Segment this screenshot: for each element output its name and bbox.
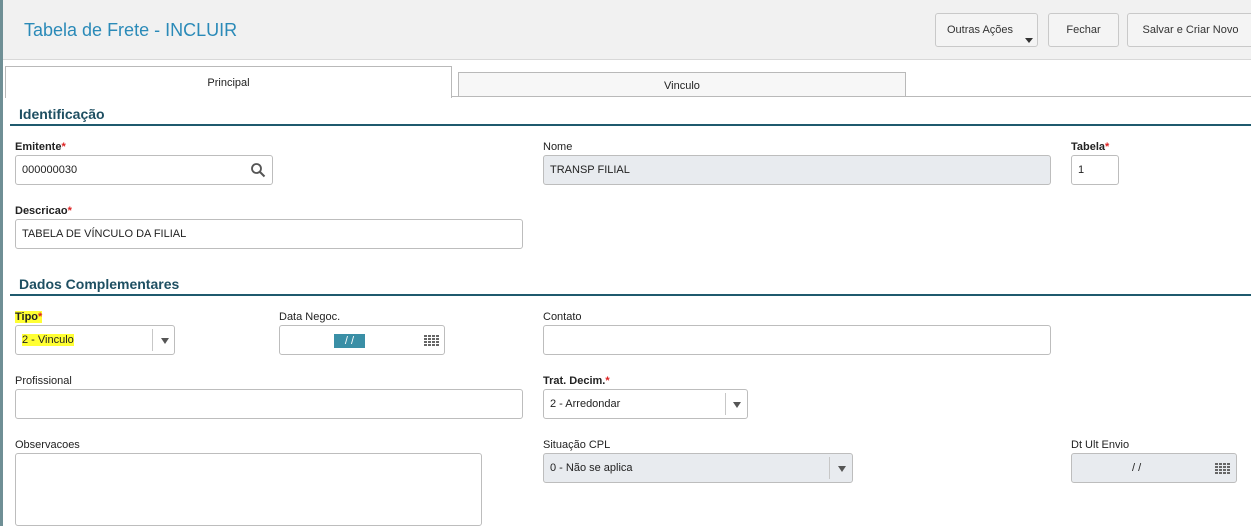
trat-decim-label: Trat. Decim.* bbox=[543, 375, 610, 387]
data-negoc-label: Data Negoc. bbox=[279, 311, 341, 323]
salvar-criar-novo-button[interactable]: Salvar e Criar Novo bbox=[1127, 13, 1251, 47]
header-bar: Tabela de Frete - INCLUIR Outras Ações F… bbox=[3, 0, 1251, 60]
nome-field: TRANSP FILIAL bbox=[543, 155, 1051, 185]
tab-divider bbox=[452, 96, 1251, 97]
outras-acoes-button[interactable]: Outras Ações bbox=[935, 13, 1038, 47]
date-value: / / bbox=[334, 334, 365, 348]
dropdown-separator bbox=[725, 393, 726, 415]
tipo-select[interactable]: 2 - Vinculo bbox=[15, 325, 175, 355]
section-complementares-title: Dados Complementares bbox=[19, 276, 180, 292]
emitente-label: Emitente* bbox=[15, 141, 66, 153]
tabela-field[interactable]: 1 bbox=[1071, 155, 1119, 185]
situacao-cpl-value: 0 - Não se aplica bbox=[550, 462, 633, 474]
trat-decim-value: 2 - Arredondar bbox=[550, 398, 621, 410]
calendar-icon[interactable] bbox=[424, 335, 439, 346]
descricao-field[interactable]: TABELA DE VÍNCULO DA FILIAL bbox=[15, 219, 523, 249]
tab-principal[interactable]: Principal bbox=[5, 66, 452, 98]
dt-ult-envio-value: / / bbox=[1132, 462, 1142, 474]
tipo-label: Tipo* bbox=[15, 311, 43, 323]
observacoes-textarea[interactable] bbox=[15, 453, 482, 526]
dropdown-separator bbox=[152, 329, 153, 351]
emitente-field[interactable]: 000000030 bbox=[15, 155, 273, 185]
contato-field[interactable] bbox=[543, 325, 1051, 355]
tipo-value: 2 - Vinculo bbox=[22, 334, 74, 346]
search-icon[interactable] bbox=[250, 162, 266, 178]
observacoes-label: Observacoes bbox=[15, 439, 80, 451]
left-edge-bar bbox=[0, 0, 3, 526]
data-negoc-field[interactable]: / / bbox=[279, 325, 445, 355]
fechar-button[interactable]: Fechar bbox=[1048, 13, 1119, 47]
tab-vinculo[interactable]: Vinculo bbox=[458, 72, 906, 97]
dt-ult-envio-label: Dt Ult Envio bbox=[1071, 439, 1130, 451]
outras-acoes-label: Outras Ações bbox=[947, 24, 1014, 36]
profissional-field[interactable] bbox=[15, 389, 523, 419]
section-divider bbox=[10, 294, 1251, 296]
chevron-down-icon bbox=[838, 466, 846, 472]
chevron-down-icon[interactable] bbox=[161, 338, 169, 344]
section-divider bbox=[10, 124, 1251, 126]
trat-decim-select[interactable]: 2 - Arredondar bbox=[543, 389, 748, 419]
situacao-cpl-label: Situação CPL bbox=[543, 439, 611, 451]
nome-label: Nome bbox=[543, 141, 573, 153]
chevron-down-icon[interactable] bbox=[733, 402, 741, 408]
emitente-value: 000000030 bbox=[22, 164, 78, 176]
caret-down-icon bbox=[1025, 38, 1033, 43]
section-identificacao-title: Identificação bbox=[19, 106, 105, 122]
dropdown-separator bbox=[829, 457, 830, 479]
situacao-cpl-select: 0 - Não se aplica bbox=[543, 453, 853, 483]
contato-label: Contato bbox=[543, 311, 582, 323]
calendar-icon bbox=[1215, 463, 1230, 474]
profissional-label: Profissional bbox=[15, 375, 72, 387]
dt-ult-envio-field: / / bbox=[1071, 453, 1237, 483]
page-title: Tabela de Frete - INCLUIR bbox=[24, 20, 238, 40]
tabela-label: Tabela* bbox=[1071, 141, 1110, 153]
descricao-label: Descricao* bbox=[15, 205, 72, 217]
